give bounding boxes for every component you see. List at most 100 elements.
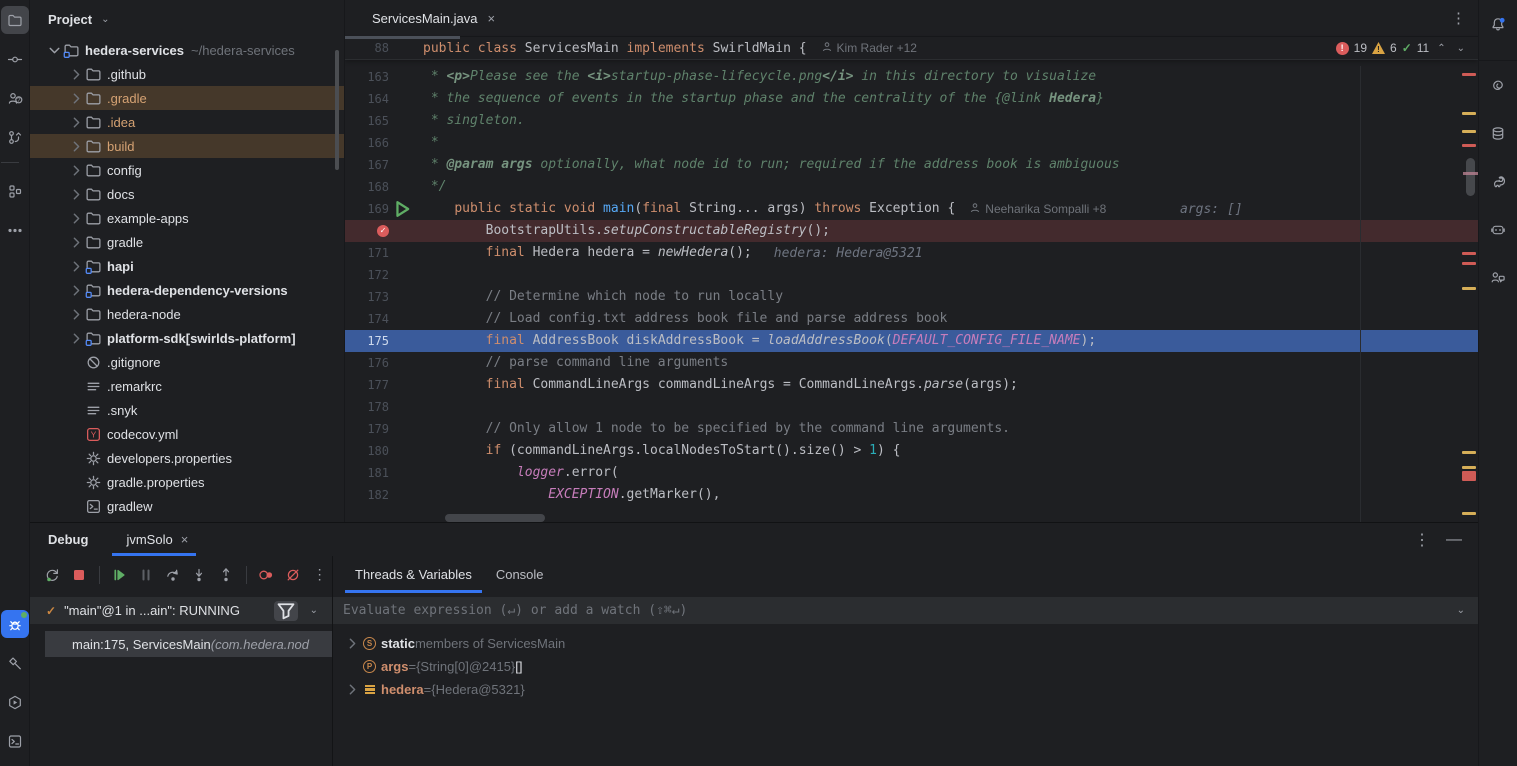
line-number[interactable]: 167 <box>345 158 389 172</box>
chevron-right-icon[interactable] <box>68 306 85 322</box>
code-line-182[interactable]: 182 EXCEPTION.getMarker(), <box>345 484 1478 506</box>
tree-item-hedera-services[interactable]: hedera-services~/hedera-services <box>30 38 344 62</box>
thread-selector[interactable]: ✓ "main"@1 in ...ain": RUNNING ⌄ <box>30 597 332 624</box>
chevron-right-icon[interactable] <box>68 186 85 202</box>
tree-item-build[interactable]: build <box>30 134 344 158</box>
pause-button[interactable] <box>133 562 158 588</box>
chevron-down-icon[interactable]: ⌄ <box>1454 605 1468 616</box>
chevron-right-icon[interactable] <box>68 114 85 130</box>
breakpoint-icon[interactable]: ✓ <box>377 225 389 237</box>
line-number[interactable]: 163 <box>345 70 389 84</box>
tree-item-gradle-properties[interactable]: gradle.properties <box>30 470 344 494</box>
tree-item--github[interactable]: .github <box>30 62 344 86</box>
resume-button[interactable] <box>107 562 132 588</box>
editor-tab-servicesmain[interactable]: ServicesMain.java × <box>355 0 505 36</box>
tree-item--gradle[interactable]: .gradle <box>30 86 344 110</box>
toolwindow-button-collaboration[interactable] <box>1484 263 1512 291</box>
debug-session-tab[interactable]: jvmSolo × <box>112 523 196 556</box>
code-line-181[interactable]: 181 logger.error( <box>345 462 1478 484</box>
code-line-179[interactable]: 179 // Only allow 1 node to be specified… <box>345 418 1478 440</box>
line-number[interactable]: 88 <box>345 41 389 55</box>
code-line-172[interactable]: 172 <box>345 264 1478 286</box>
code-line-177[interactable]: 177 final CommandLineArgs commandLineArg… <box>345 374 1478 396</box>
filter-icon[interactable] <box>274 601 298 621</box>
rerun-button[interactable] <box>40 562 65 588</box>
chevron-down-icon[interactable] <box>46 42 63 58</box>
code-line-180[interactable]: 180 if (commandLineArgs.localNodesToStar… <box>345 440 1478 462</box>
chevron-right-icon[interactable] <box>344 681 361 698</box>
code-line-163[interactable]: 163 * <p>Please see the <i>startup-phase… <box>345 66 1478 88</box>
mute-breakpoints-button[interactable] <box>280 562 305 588</box>
chevron-down-icon[interactable]: ⌄ <box>98 14 112 25</box>
close-icon[interactable]: × <box>488 11 496 26</box>
tab-threads-variables[interactable]: Threads & Variables <box>345 556 482 593</box>
tree-item--idea[interactable]: .idea <box>30 110 344 134</box>
inspections-widget[interactable]: ! 19 ! 6 ✓ 11 ⌃ ⌄ <box>1336 41 1478 55</box>
code-line-170[interactable]: ✓ BootstrapUtils.setupConstructableRegis… <box>345 220 1478 242</box>
code-line-173[interactable]: 173 // Determine which node to run local… <box>345 286 1478 308</box>
line-number[interactable]: 182 <box>345 488 389 502</box>
chevron-right-icon[interactable] <box>68 138 85 154</box>
tree-item-hapi[interactable]: hapi <box>30 254 344 278</box>
tabs-scrollbar[interactable] <box>345 36 460 39</box>
run-line-icon[interactable] <box>389 196 415 222</box>
toolwindow-button-terminal[interactable] <box>1 727 29 755</box>
editor-scrollbar-thumb[interactable] <box>1466 158 1475 196</box>
next-problem-chevron-down-icon[interactable]: ⌄ <box>1454 43 1468 54</box>
toolwindow-button-commit[interactable] <box>1 45 29 73</box>
toolwindow-button-services[interactable] <box>1 688 29 716</box>
line-number[interactable]: 174 <box>345 312 389 326</box>
tree-item-gradlew[interactable]: gradlew <box>30 494 344 518</box>
line-number[interactable]: 164 <box>345 92 389 106</box>
line-number[interactable]: 168 <box>345 180 389 194</box>
code-line-174[interactable]: 174 // Load config.txt address book file… <box>345 308 1478 330</box>
variable-row[interactable]: Pargs = {String[0]@2415} [] <box>333 655 1478 678</box>
close-icon[interactable]: × <box>181 532 189 547</box>
debug-options-kebab-icon[interactable]: ⋮ <box>1414 530 1430 550</box>
tree-item-developers-properties[interactable]: developers.properties <box>30 446 344 470</box>
evaluate-expression-bar[interactable]: Evaluate expression (↵) or add a watch (… <box>333 597 1478 624</box>
chevron-right-icon[interactable] <box>344 635 361 652</box>
tab-console[interactable]: Console <box>486 556 554 593</box>
chevron-right-icon[interactable] <box>68 234 85 250</box>
toolwindow-button-debug[interactable] <box>1 610 29 638</box>
project-scrollbar[interactable] <box>335 50 339 170</box>
line-number[interactable]: 179 <box>345 422 389 436</box>
tree-item--snyk[interactable]: .snyk <box>30 398 344 422</box>
step-over-button[interactable] <box>160 562 185 588</box>
chevron-right-icon[interactable] <box>68 162 85 178</box>
kebab-button[interactable]: ⋮ <box>307 562 332 588</box>
tree-item-hedera-node[interactable]: hedera-node <box>30 302 344 326</box>
tree-item-codecov-yml[interactable]: Ycodecov.yml <box>30 422 344 446</box>
tree-item-platform-sdk[interactable]: platform-sdk [swirlds-platform] <box>30 326 344 350</box>
code-line-169[interactable]: 169 public static void main(final String… <box>345 198 1478 220</box>
toolwindow-button-pull-requests[interactable]: ? <box>1 84 29 112</box>
step-into-button[interactable] <box>187 562 212 588</box>
toolwindow-button-structure[interactable] <box>1 177 29 205</box>
chevron-right-icon[interactable] <box>68 66 85 82</box>
line-number[interactable]: 178 <box>345 400 389 414</box>
line-number[interactable]: 165 <box>345 114 389 128</box>
code-line-164[interactable]: 164 * the sequence of events in the star… <box>345 88 1478 110</box>
chevron-right-icon[interactable] <box>68 90 85 106</box>
line-number[interactable]: 181 <box>345 466 389 480</box>
prev-problem-chevron-up-icon[interactable]: ⌃ <box>1434 43 1448 54</box>
code-line-175[interactable]: 175 final AddressBook diskAddressBook = … <box>345 330 1478 352</box>
code-line-167[interactable]: 167 * @param args optionally, what node … <box>345 154 1478 176</box>
variable-row[interactable]: Sstatic members of ServicesMain <box>333 632 1478 655</box>
line-number[interactable]: 180 <box>345 444 389 458</box>
chevron-right-icon[interactable] <box>68 282 85 298</box>
code-line-178[interactable]: 178 <box>345 396 1478 418</box>
line-number[interactable]: 173 <box>345 290 389 304</box>
variable-row[interactable]: hedera = {Hedera@5321} <box>333 678 1478 701</box>
line-number[interactable]: 177 <box>345 378 389 392</box>
sticky-code[interactable]: public class ServicesMain implements Swi… <box>423 41 807 56</box>
notifications-button[interactable] <box>1484 10 1512 38</box>
code-line-166[interactable]: 166 * <box>345 132 1478 154</box>
line-number[interactable]: 176 <box>345 356 389 370</box>
editor-kebab-icon[interactable]: ⋮ <box>1451 9 1466 27</box>
chevron-right-icon[interactable] <box>68 330 85 346</box>
chevron-right-icon[interactable] <box>68 258 85 274</box>
toolwindow-button-gradle[interactable] <box>1484 167 1512 195</box>
toolwindow-button-project[interactable] <box>1 6 29 34</box>
